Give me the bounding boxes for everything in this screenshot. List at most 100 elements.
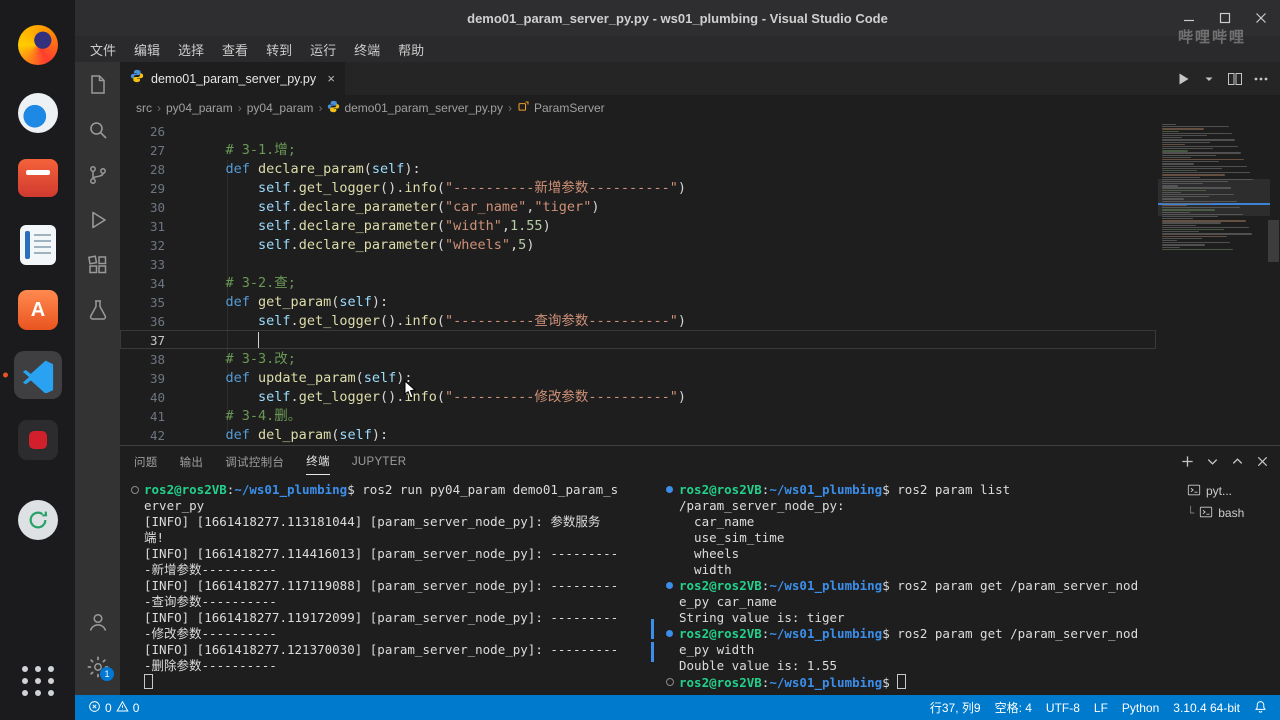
code-text: # 3-2.查; (225, 275, 296, 291)
testing-icon[interactable] (75, 287, 120, 332)
code-line-33[interactable]: 33 (120, 255, 1280, 274)
minimap-line (1162, 134, 1207, 137)
code-editor[interactable]: 26 27 # 3-1.增; 28 def declare_param(self):… (120, 120, 1280, 445)
dock-item-software-updater[interactable] (14, 496, 62, 544)
settings-icon[interactable]: 1 (75, 644, 120, 689)
status-encoding[interactable]: UTF-8 (1039, 695, 1087, 720)
maximize-icon[interactable] (1214, 7, 1236, 29)
run-debug-icon[interactable] (75, 197, 120, 242)
status-text: 行37, 列9 (929, 701, 981, 715)
menu-item-0[interactable]: 文件 (81, 37, 125, 62)
line-number: 42 (149, 428, 165, 443)
minimap-line (1162, 169, 1197, 172)
code-text: self.get_logger().info("----------查询参数--… (258, 313, 686, 329)
tab-demo01-param-server[interactable]: demo01_param_server_py.py × (120, 62, 345, 95)
panel-tab-3[interactable]: 终端 (306, 447, 330, 475)
split-icon[interactable] (1224, 68, 1246, 90)
breadcrumb-item-0[interactable]: src (136, 101, 152, 115)
code-line-39[interactable]: 39 def update_param(self): (120, 369, 1280, 388)
code-line-41[interactable]: 41 # 3-4.删。 (120, 407, 1280, 426)
minimap-line (1162, 215, 1218, 218)
status-indentation[interactable]: 空格: 4 (988, 695, 1039, 720)
terminal-list-item-0[interactable]: pyt... (1183, 480, 1278, 502)
menu-item-6[interactable]: 终端 (345, 37, 389, 62)
minimap-line (1162, 198, 1184, 200)
panel-tab-2[interactable]: 调试控制台 (225, 448, 284, 475)
dock-item-writer[interactable] (14, 221, 62, 269)
terminal-line: -修改参数---------- (144, 626, 277, 641)
minimap-line (1162, 154, 1216, 156)
terminal-pane-right[interactable]: ros2@ros2VB:~/ws01_plumbing$ ros2 param … (665, 482, 1185, 695)
running-indicator (3, 372, 8, 378)
breadcrumb-item-3[interactable]: demo01_param_server_py.py (327, 100, 503, 116)
terminal-cursor (897, 674, 907, 689)
explorer-icon[interactable] (75, 62, 120, 107)
close-icon[interactable] (1250, 7, 1272, 29)
account-icon[interactable] (75, 599, 120, 644)
panel-tab-1[interactable]: 输出 (180, 448, 204, 475)
breadcrumb-item-1[interactable]: py04_param (166, 101, 233, 115)
status-notifications[interactable] (1247, 695, 1274, 720)
status-eol[interactable]: LF (1087, 695, 1115, 720)
code-line-26[interactable]: 26 (120, 122, 1280, 141)
panel-tab-4[interactable]: JUPYTER (352, 450, 407, 473)
extensions-icon[interactable] (75, 242, 120, 287)
dock-item-firefox[interactable] (14, 21, 62, 69)
dock-item-show-applications[interactable] (14, 657, 62, 705)
terminal-line: -删除参数---------- (144, 658, 277, 673)
status-python-interpreter[interactable]: 3.10.4 64-bit (1166, 695, 1247, 720)
code-line-31[interactable]: 31 self.declare_parameter("width",1.55) (120, 217, 1280, 236)
more-icon[interactable] (1250, 68, 1272, 90)
breadcrumb-label: py04_param (166, 100, 233, 115)
code-line-36[interactable]: 36 self.get_logger().info("----------查询参… (120, 312, 1280, 331)
caret-icon[interactable] (1198, 68, 1220, 90)
breadcrumb-item-4[interactable]: ParamServer (517, 100, 605, 116)
dock-item-ubuntu-software[interactable]: A (14, 286, 62, 334)
code-line-42[interactable]: 42 def del_param(self): (120, 426, 1280, 445)
menu-item-7[interactable]: 帮助 (389, 37, 433, 62)
menubar: 文件 编辑 选择 查看 转到 运行 终端 帮助 (75, 36, 1280, 62)
dock-item-web-browser[interactable] (14, 89, 62, 137)
terminal-list-item-1[interactable]: └ bash (1183, 502, 1278, 524)
dock-item-file-manager[interactable] (14, 154, 62, 202)
code-line-28[interactable]: 28 def declare_param(self): (120, 160, 1280, 179)
chevron-up-icon[interactable] (1230, 454, 1245, 469)
search-icon[interactable] (75, 107, 120, 152)
menu-item-3[interactable]: 查看 (213, 37, 257, 62)
code-line-32[interactable]: 32 self.declare_parameter("wheels",5) (120, 236, 1280, 255)
minimap-line (1162, 126, 1229, 128)
panel-tab-0[interactable]: 问题 (134, 448, 158, 475)
status-cursor-position[interactable]: 行37, 列9 (923, 695, 988, 720)
editor-scrollbar[interactable] (1268, 220, 1279, 262)
minimap[interactable] (1158, 124, 1270, 251)
dock-item-vscode[interactable] (3, 351, 62, 399)
menu-item-4[interactable]: 转到 (257, 37, 301, 62)
command-decoration-hollow-icon (666, 678, 674, 686)
activity-bar: 1 (75, 62, 120, 695)
menu-item-1[interactable]: 编辑 (125, 37, 169, 62)
plus-icon[interactable] (1180, 454, 1195, 469)
close-icon[interactable] (1255, 454, 1270, 469)
menu-item-2[interactable]: 选择 (169, 37, 213, 62)
code-line-29[interactable]: 29 self.get_logger().info("----------新增参… (120, 179, 1280, 198)
source-control-icon[interactable] (75, 152, 120, 197)
run-icon[interactable] (1172, 68, 1194, 90)
tab-close-icon[interactable]: × (327, 71, 335, 86)
code-line-38[interactable]: 38 # 3-3.改; (120, 350, 1280, 369)
code-line-40[interactable]: 40 self.get_logger().info("----------修改参… (120, 388, 1280, 407)
status-language-mode[interactable]: Python (1115, 695, 1166, 720)
code-line-35[interactable]: 35 def get_param(self): (120, 293, 1280, 312)
code-line-34[interactable]: 34 # 3-2.查; (120, 274, 1280, 293)
dock-item-screen-recorder[interactable] (14, 416, 62, 464)
breadcrumb-item-2[interactable]: py04_param (247, 101, 314, 115)
status-text: LF (1093, 700, 1108, 715)
terminal-pane-left[interactable]: ros2@ros2VB:~/ws01_plumbing$ ros2 run py… (130, 482, 658, 695)
minimize-icon[interactable] (1178, 7, 1200, 29)
status-problems[interactable]: 00 (81, 695, 146, 720)
code-line-37[interactable]: 37 (120, 331, 1280, 350)
code-line-30[interactable]: 30 self.declare_parameter("car_name","ti… (120, 198, 1280, 217)
chevron-down-icon[interactable] (1205, 454, 1220, 469)
terminal-line: [INFO] [1661418277.114416013] [param_ser… (144, 546, 619, 561)
menu-item-5[interactable]: 运行 (301, 37, 345, 62)
code-line-27[interactable]: 27 # 3-1.增; (120, 141, 1280, 160)
